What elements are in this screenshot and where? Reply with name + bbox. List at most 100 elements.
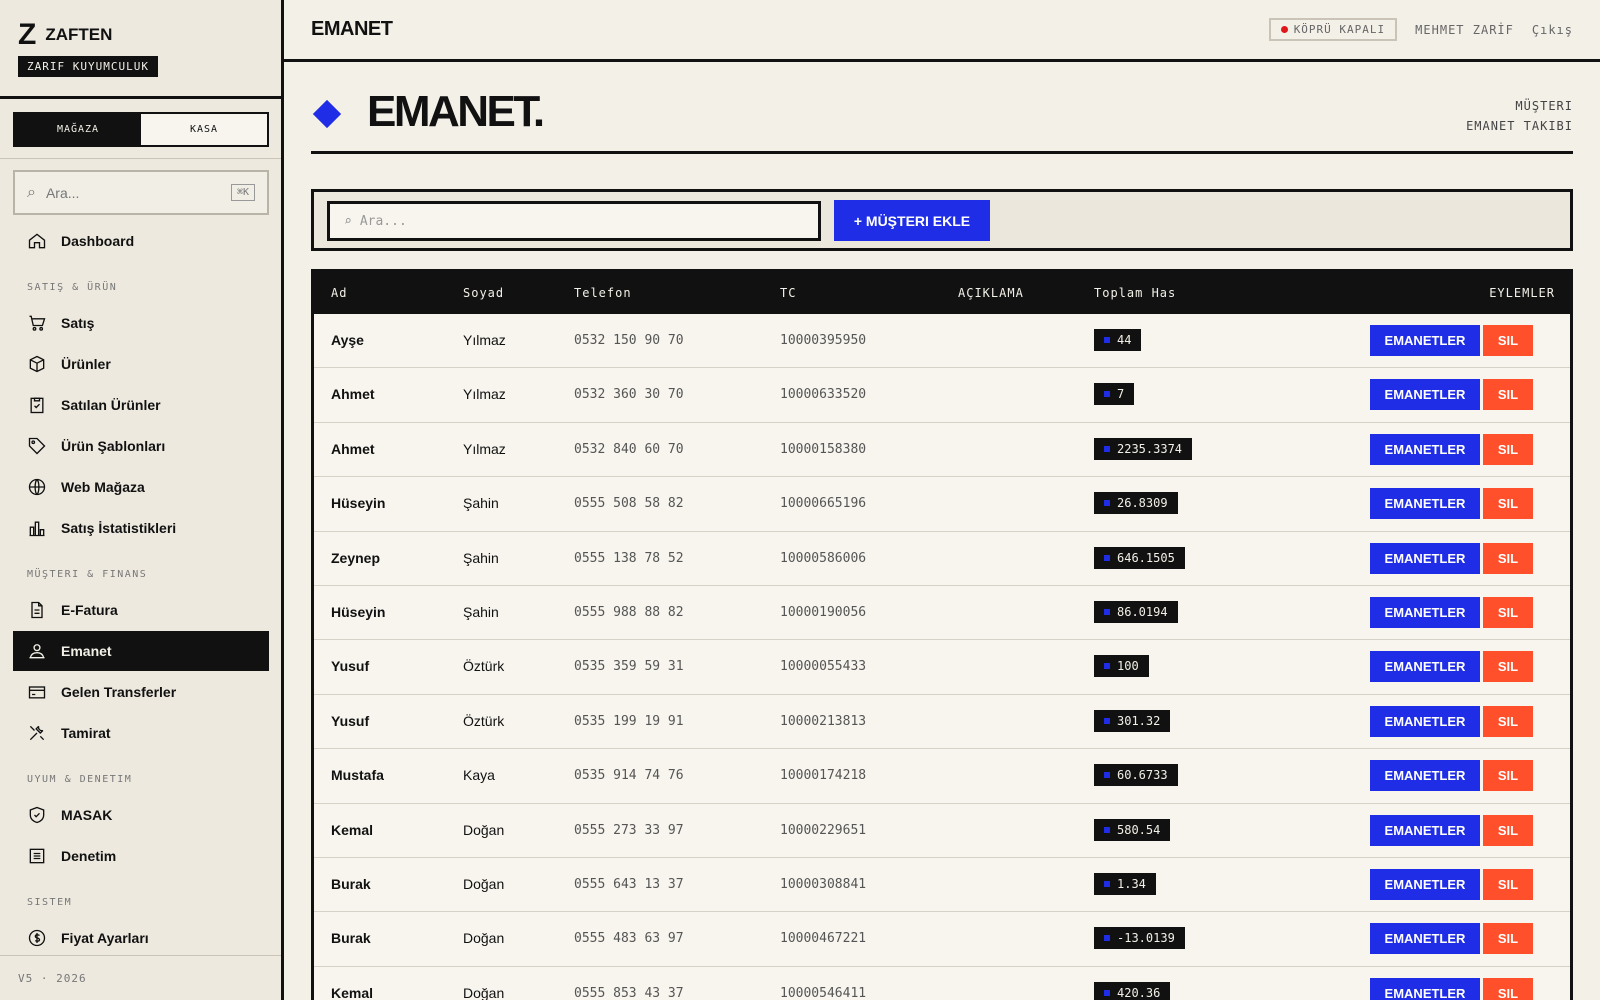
sil-button[interactable]: SIL (1483, 433, 1533, 465)
toplam-has-badge: 44 (1094, 329, 1142, 351)
sidebar-item-dashboard[interactable]: Dashboard (13, 221, 269, 261)
sidebar-item-masak[interactable]: MASAK (13, 795, 269, 835)
cell-tc: 10000229651 (780, 822, 867, 838)
sil-button[interactable]: SIL (1483, 760, 1533, 792)
sidebar-search[interactable]: ⌕ Ara... ⌘K (13, 170, 269, 215)
cell-ad: Mustafa (331, 767, 384, 784)
emanetler-button[interactable]: EMANETLER (1370, 542, 1480, 574)
customer-search-input[interactable]: ⌕ Ara... (327, 201, 821, 241)
sil-button[interactable]: SIL (1483, 705, 1533, 737)
sil-button[interactable]: SIL (1483, 977, 1533, 1000)
cell-telefon: 0555 643 13 37 (574, 876, 684, 892)
cell-tc: 10000546411 (780, 985, 867, 1000)
sidebar-item-fiyat-ayarlari[interactable]: Fiyat Ayarları (13, 918, 269, 958)
sil-button[interactable]: SIL (1483, 814, 1533, 846)
sidebar-item-tamirat[interactable]: Tamirat (13, 713, 269, 753)
cell-telefon: 0535 914 74 76 (574, 768, 684, 784)
emanetler-button[interactable]: EMANETLER (1370, 760, 1480, 792)
toplam-has-value: 2235.3374 (1117, 441, 1183, 456)
emanetler-button[interactable]: EMANETLER (1370, 488, 1480, 520)
emanetler-button[interactable]: EMANETLER (1370, 651, 1480, 683)
cell-telefon: 0555 988 88 82 (574, 604, 684, 620)
sil-button[interactable]: SIL (1483, 488, 1533, 520)
cell-soyad: Doğan (463, 984, 505, 1000)
emanetler-button[interactable]: EMANETLER (1370, 923, 1480, 955)
sil-button[interactable]: SIL (1483, 379, 1533, 411)
mode-switch: MAĞAZA KASA (13, 112, 269, 147)
cell-tc: 10000158380 (780, 441, 867, 457)
search-icon: ⌕ (27, 183, 36, 201)
sidebar-item-satis-istatistikleri[interactable]: Satış İstatistikleri (13, 508, 269, 548)
cell-ad: Yusuf (331, 712, 370, 729)
sil-button[interactable]: SIL (1483, 542, 1533, 574)
cell-tc: 10000395950 (780, 333, 867, 348)
bridge-status-text: KÖPRÜ KAPALI (1293, 23, 1386, 36)
emanetler-button[interactable]: EMANETLER (1370, 814, 1480, 846)
table-row: Kemal Doğan 0555 853 43 37 10000546411 4… (314, 967, 1570, 1000)
shield-check-icon (29, 806, 45, 824)
cell-soyad: Şahin (463, 603, 499, 620)
column-header-telefon[interactable]: Telefon (574, 286, 632, 300)
nav-group-label: SISTEM (27, 897, 73, 908)
emanetler-button[interactable]: EMANETLER (1370, 868, 1480, 900)
column-header-toplam-has[interactable]: Toplam Has (1094, 286, 1176, 300)
emanetler-button[interactable]: EMANETLER (1370, 705, 1480, 737)
mode-magaza[interactable]: MAĞAZA (15, 114, 141, 145)
sil-button[interactable]: SIL (1483, 325, 1533, 356)
add-customer-button[interactable]: + MÜŞTERI EKLE (834, 200, 990, 241)
emanetler-button[interactable]: EMANETLER (1370, 977, 1480, 1000)
emanetler-button[interactable]: EMANETLER (1370, 433, 1480, 465)
sidebar-item-label: E-Fatura (61, 602, 118, 618)
square-icon (1104, 935, 1110, 942)
cell-ad: Yusuf (331, 658, 370, 675)
brand-subtitle: ZARIF KUYUMCULUK (18, 56, 158, 77)
toplam-has-badge: 646.1505 (1094, 546, 1185, 569)
mode-kasa[interactable]: KASA (141, 114, 267, 145)
cell-tc: 10000190056 (780, 604, 867, 620)
column-header-ad[interactable]: Ad (331, 286, 347, 300)
home-icon (28, 233, 46, 249)
sidebar-item-urunler[interactable]: Ürünler (13, 344, 269, 384)
logout-link[interactable]: Çıkış (1532, 23, 1573, 37)
emanetler-button[interactable]: EMANETLER (1370, 596, 1480, 628)
column-header-aciklama[interactable]: AÇIKLAMA (958, 286, 1024, 300)
sidebar-item-denetim[interactable]: Denetim (13, 836, 269, 876)
topbar: EMANET KÖPRÜ KAPALI MEHMET ZARİF Çıkış (284, 0, 1600, 62)
column-header-soyad[interactable]: Soyad (463, 286, 504, 300)
shortcut-badge: ⌘K (230, 184, 255, 201)
emanetler-button[interactable]: EMANETLER (1370, 379, 1480, 411)
sidebar-item-satis[interactable]: Satış (13, 303, 269, 343)
sil-button[interactable]: SIL (1483, 923, 1533, 955)
topbar-title: EMANET (311, 18, 393, 40)
sidebar-item-emanet[interactable]: Emanet (13, 631, 269, 671)
cell-soyad: Yılmaz (463, 440, 506, 457)
square-icon (1104, 554, 1110, 561)
table-row: Yusuf Öztürk 0535 359 59 31 10000055433 … (314, 640, 1570, 695)
sil-button[interactable]: SIL (1483, 596, 1533, 628)
document-icon (31, 601, 43, 619)
square-icon (1104, 337, 1110, 343)
toplam-has-value: 580.54 (1117, 822, 1161, 837)
column-header-tc[interactable]: TC (780, 286, 796, 300)
sidebar-item-urun-sablonlari[interactable]: Ürün Şablonları (13, 426, 269, 466)
breadcrumb-item[interactable]: MÜŞTERI (1466, 96, 1573, 116)
sidebar-item-e-fatura[interactable]: E-Fatura (13, 590, 269, 630)
cell-tc: 10000213813 (780, 713, 867, 729)
cell-ad: Kemal (331, 821, 374, 838)
sidebar-item-web-magaza[interactable]: Web Mağaza (13, 467, 269, 507)
toplam-has-badge: 1.34 (1094, 872, 1156, 895)
square-icon (1104, 663, 1110, 670)
cell-soyad: Doğan (463, 875, 505, 892)
sil-button[interactable]: SIL (1483, 868, 1533, 900)
sidebar-item-gelen-transferler[interactable]: Gelen Transferler (13, 672, 269, 712)
sil-button[interactable]: SIL (1483, 651, 1533, 683)
user-name[interactable]: MEHMET ZARİF (1415, 23, 1514, 37)
cell-telefon: 0555 853 43 37 (574, 985, 684, 1000)
sidebar-item-satilan-urunler[interactable]: Satılan Ürünler (13, 385, 269, 425)
toplam-has-value: 1.34 (1117, 876, 1146, 891)
cart-icon (29, 315, 46, 331)
cell-tc: 10000055433 (780, 659, 867, 675)
bridge-status-badge: KÖPRÜ KAPALI (1268, 18, 1398, 41)
emanetler-button[interactable]: EMANETLER (1370, 325, 1480, 356)
globe-icon (28, 478, 46, 496)
